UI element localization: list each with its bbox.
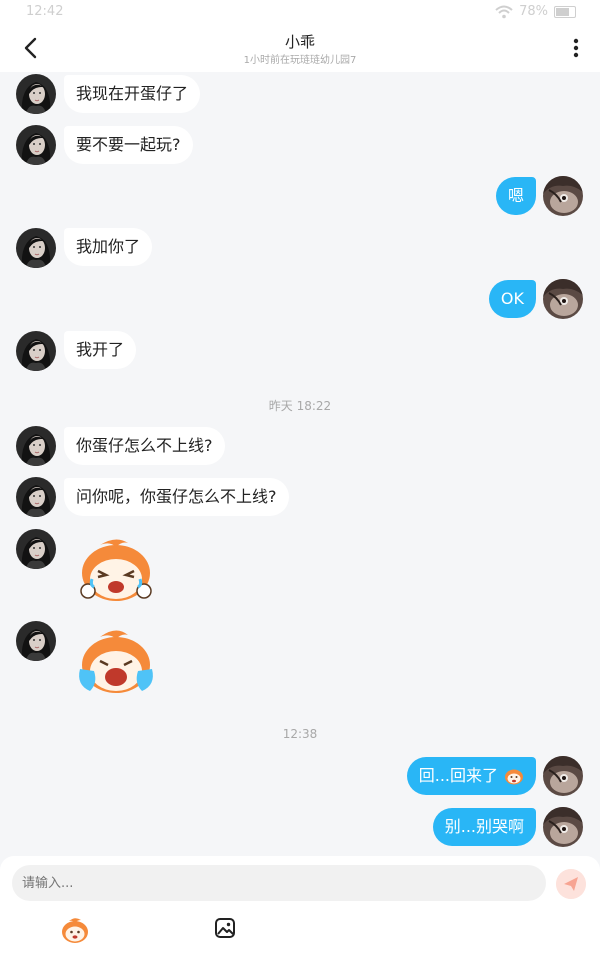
image-button[interactable] [214, 917, 236, 939]
more-options-button[interactable] [566, 34, 586, 62]
message-row: 你蛋仔怎么不上线? [0, 426, 600, 466]
contact-avatar[interactable] [16, 477, 56, 517]
message-row: 要不要一起玩? [0, 125, 600, 165]
wifi-icon [495, 5, 513, 18]
input-bar [0, 856, 600, 960]
message-bubble[interactable]: 问你呢，你蛋仔怎么不上线? [64, 478, 289, 516]
timestamp: 昨天 18:22 [268, 399, 332, 413]
status-time: 12:42 [26, 4, 64, 19]
message-bubble[interactable]: 嗯 [495, 177, 536, 215]
message-bubble[interactable]: 要不要一起玩? [64, 126, 193, 164]
message-row: 回...回来了 [0, 756, 600, 796]
message-row: 我加你了 [0, 228, 600, 268]
crying-egg-sticker[interactable] [70, 533, 162, 605]
message-row [0, 529, 600, 609]
status-bar: 12:42 78% [0, 0, 600, 24]
chat-header: 小乖 1小时前在玩琏琏幼儿园7 [0, 24, 600, 72]
message-bubble[interactable]: 回...回来了 [406, 757, 536, 795]
message-list[interactable]: 我现在开蛋仔了 要不要一起玩? 嗯 我加你了 OK 我开了 昨天 18:22 你… [0, 72, 600, 856]
contact-name: 小乖 [284, 33, 315, 51]
contact-avatar[interactable] [16, 125, 56, 165]
message-input[interactable] [12, 865, 546, 901]
my-avatar[interactable] [543, 807, 583, 847]
contact-avatar[interactable] [16, 228, 56, 268]
contact-avatar[interactable] [16, 426, 56, 466]
message-bubble[interactable]: 你蛋仔怎么不上线? [64, 427, 225, 465]
my-avatar[interactable] [543, 176, 583, 216]
message-row: 嗯 [0, 176, 600, 216]
message-row: OK [0, 279, 600, 319]
message-text: 回...回来了 [418, 766, 498, 785]
send-button[interactable] [556, 869, 586, 899]
message-row: 问你呢，你蛋仔怎么不上线? [0, 477, 600, 517]
my-avatar[interactable] [543, 756, 583, 796]
message-row: 我开了 [0, 331, 600, 371]
message-bubble[interactable]: 我加你了 [64, 228, 153, 266]
battery-icon [554, 5, 576, 18]
egg-emoji-icon [505, 769, 523, 785]
contact-avatar[interactable] [16, 621, 56, 661]
contact-avatar[interactable] [16, 529, 56, 569]
my-avatar[interactable] [543, 279, 583, 319]
sticker-button[interactable] [60, 916, 90, 944]
message-row: 我现在开蛋仔了 [0, 74, 600, 114]
crying-egg-sticker[interactable] [70, 625, 162, 697]
message-bubble[interactable]: 我开了 [64, 331, 137, 369]
battery-text: 78% [519, 4, 548, 19]
message-bubble[interactable]: OK [488, 280, 536, 318]
contact-status: 1小时前在玩琏琏幼儿园7 [243, 55, 357, 66]
message-row [0, 621, 600, 701]
contact-avatar[interactable] [16, 331, 56, 371]
message-bubble[interactable]: 我现在开蛋仔了 [64, 75, 201, 113]
message-bubble[interactable]: 别...别哭啊 [432, 808, 536, 846]
timestamp: 12:38 [282, 727, 318, 741]
message-row: 别...别哭啊 [0, 807, 600, 847]
contact-avatar[interactable] [16, 74, 56, 114]
